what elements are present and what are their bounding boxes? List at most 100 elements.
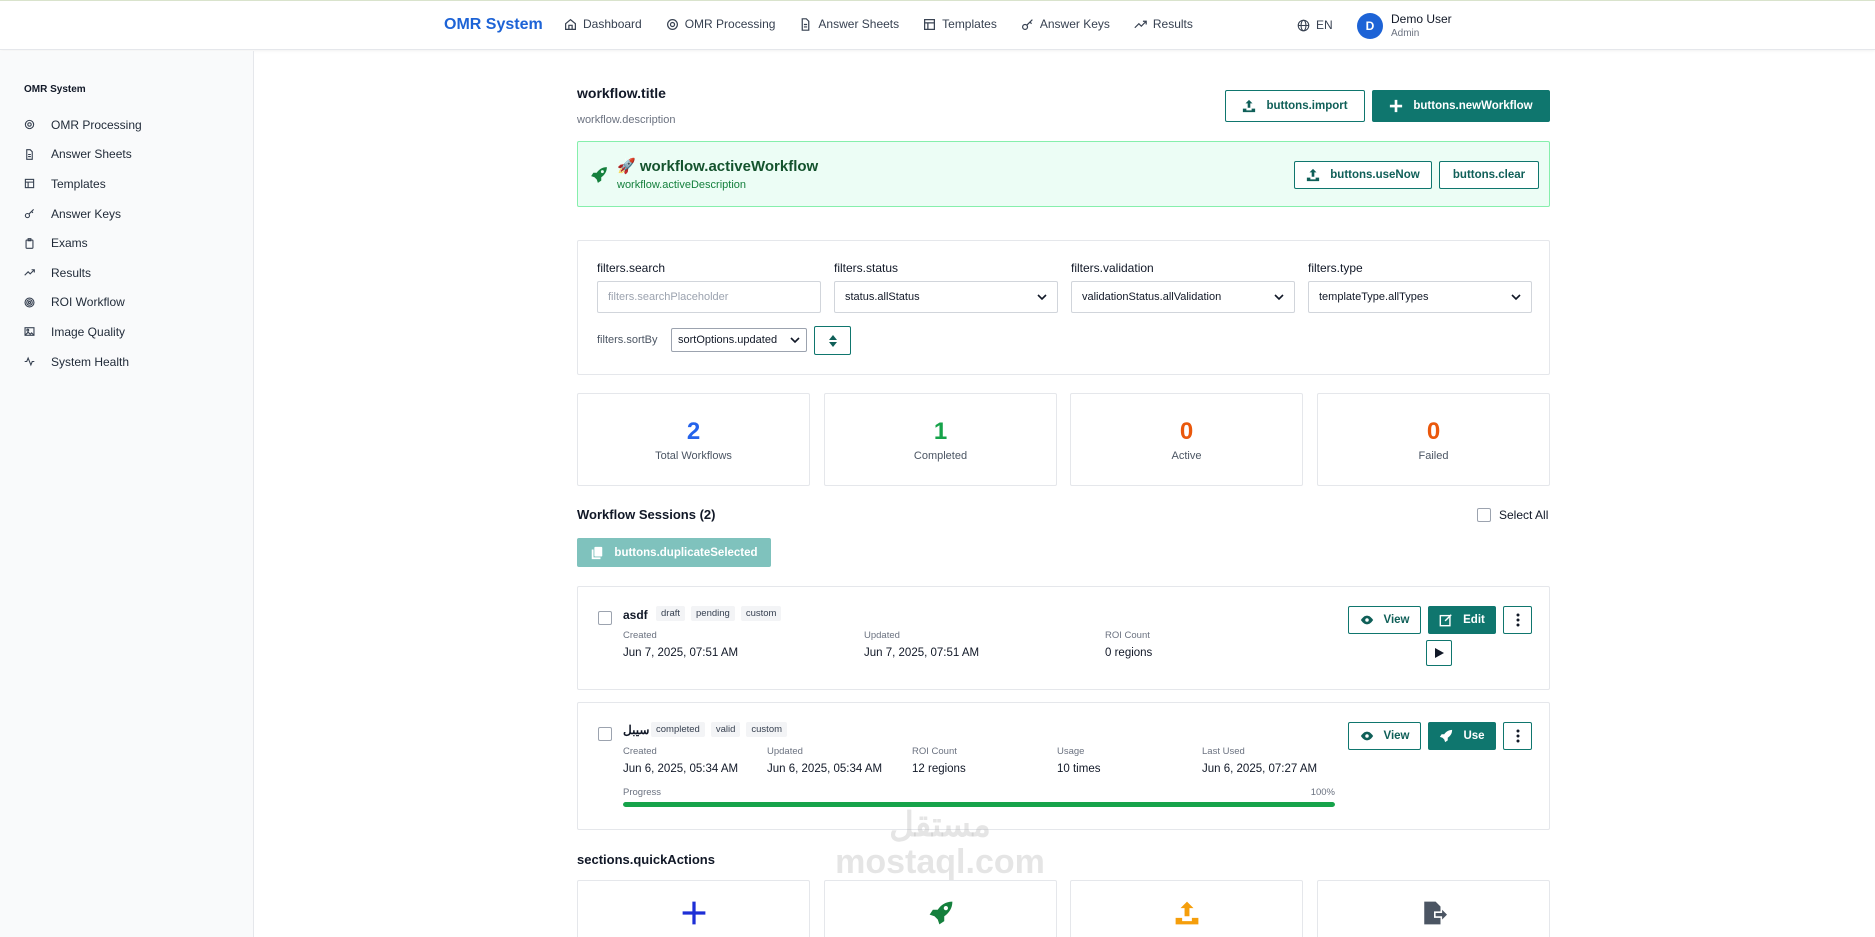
nav-item-templates[interactable]: Templates: [923, 17, 997, 31]
meta-value: Jun 6, 2025, 07:27 AM: [1202, 763, 1318, 775]
meta-updated: Updated Jun 6, 2025, 05:34 AM: [767, 746, 882, 775]
active-workflow-description: workflow.activeDescription: [617, 179, 746, 191]
quick-actions-title: sections.quickActions: [577, 852, 715, 867]
sidebar-item-answer-keys[interactable]: Answer Keys: [24, 199, 142, 229]
key-icon: [24, 209, 35, 219]
user-menu[interactable]: D Demo User Admin: [1357, 12, 1452, 39]
type-select-value: templateType.allTypes: [1319, 291, 1429, 303]
sessions-title: Workflow Sessions (2): [577, 507, 716, 522]
use-button[interactable]: Use: [1428, 722, 1496, 750]
nav-item-results[interactable]: Results: [1134, 17, 1193, 31]
nav-item-dashboard[interactable]: Dashboard: [564, 17, 642, 31]
stat-value: 0: [1179, 418, 1194, 445]
view-button[interactable]: View: [1348, 606, 1421, 634]
trend-icon: [1134, 20, 1147, 28]
main-nav: Dashboard OMR Processing Answer Sheets T…: [564, 17, 1193, 31]
sort-select[interactable]: sortOptions.updated: [671, 328, 807, 352]
validation-select[interactable]: validationStatus.allValidation: [1071, 281, 1295, 313]
status-select[interactable]: status.allStatus: [834, 281, 1058, 313]
sidebar-item-results[interactable]: Results: [24, 258, 142, 288]
session-checkbox[interactable]: [598, 611, 612, 625]
validation-badge: pending: [691, 606, 735, 621]
type-select[interactable]: templateType.allTypes: [1308, 281, 1532, 313]
more-vertical-icon: [1516, 729, 1519, 743]
session-name: asdf: [623, 608, 648, 622]
view-button-label: View: [1383, 730, 1410, 742]
sort-icon: [828, 334, 837, 347]
sidebar-item-label: OMR Processing: [51, 117, 142, 132]
stat-label: Completed: [913, 450, 968, 462]
duplicate-selected-button[interactable]: buttons.duplicateSelected: [577, 538, 771, 567]
sidebar-item-image-quality[interactable]: Image Quality: [24, 317, 142, 347]
upload-icon: [1307, 168, 1320, 182]
select-all[interactable]: Select All: [1477, 508, 1548, 522]
active-workflow-title: 🚀 workflow.activeWorkflow: [617, 158, 819, 175]
sidebar-item-answer-sheets[interactable]: Answer Sheets: [24, 140, 142, 170]
filters-panel: filters.search filters.searchPlaceholder…: [577, 240, 1550, 375]
session-card: asdf draft pending custom Created Jun 7,…: [577, 586, 1550, 690]
nav-item-omr-processing[interactable]: OMR Processing: [666, 17, 776, 31]
quick-action-new[interactable]: [577, 880, 810, 937]
session-tags: draft pending custom: [656, 606, 782, 621]
more-options-button[interactable]: [1503, 606, 1532, 634]
more-vertical-icon: [1516, 613, 1519, 627]
stat-label: Failed: [1418, 450, 1449, 462]
status-badge: draft: [656, 606, 686, 621]
plus-icon: [1390, 99, 1403, 113]
stat-value: 0: [1426, 418, 1441, 445]
sidebar-item-templates[interactable]: Templates: [24, 169, 142, 199]
rocket-icon: [929, 901, 952, 925]
select-all-checkbox[interactable]: [1477, 508, 1491, 522]
nav-item-label: Dashboard: [583, 17, 642, 31]
use-now-button-label: buttons.useNow: [1330, 169, 1420, 181]
session-card: سيبل completed valid custom Created Jun …: [577, 702, 1550, 830]
nav-item-answer-keys[interactable]: Answer Keys: [1021, 17, 1110, 31]
nav-item-label: OMR Processing: [684, 17, 776, 31]
view-button-label: View: [1383, 614, 1410, 626]
validation-select-value: validationStatus.allValidation: [1082, 291, 1222, 303]
import-button[interactable]: buttons.import: [1225, 90, 1365, 122]
quick-action-export[interactable]: [1317, 880, 1550, 937]
brand-logo[interactable]: OMR System: [444, 16, 543, 34]
edit-button[interactable]: Edit: [1428, 606, 1496, 634]
template-icon: [924, 18, 936, 30]
meta-last-used: Last Used Jun 6, 2025, 07:27 AM: [1202, 746, 1317, 775]
stat-failed: 0 Failed: [1317, 393, 1550, 486]
sort-direction-button[interactable]: [814, 326, 851, 355]
clear-button[interactable]: buttons.clear: [1439, 161, 1539, 189]
language-switcher[interactable]: EN: [1297, 18, 1333, 32]
search-filter-label: filters.search: [597, 261, 666, 275]
sidebar-item-roi-workflow[interactable]: ROI Workflow: [24, 288, 142, 318]
run-button[interactable]: [1426, 640, 1452, 666]
upload-icon: [1175, 901, 1198, 925]
stat-label: Total Workflows: [655, 450, 732, 462]
stat-completed: 1 Completed: [824, 393, 1057, 486]
use-now-button[interactable]: buttons.useNow: [1294, 161, 1432, 189]
session-tags: completed valid custom: [651, 722, 788, 737]
new-workflow-button[interactable]: buttons.newWorkflow: [1372, 90, 1550, 122]
meta-value: 10 times: [1057, 763, 1101, 775]
meta-value: Jun 6, 2025, 05:34 AM: [767, 763, 883, 775]
sidebar-item-exams[interactable]: Exams: [24, 228, 142, 258]
quick-action-launch[interactable]: [824, 880, 1057, 937]
sidebar-item-label: Answer Keys: [51, 206, 122, 221]
sidebar-item-omr-processing[interactable]: OMR Processing: [24, 110, 142, 140]
search-input[interactable]: filters.searchPlaceholder: [597, 281, 821, 313]
language-label: EN: [1316, 18, 1333, 32]
rocket-icon: [591, 167, 607, 183]
nav-item-answer-sheets[interactable]: Answer Sheets: [799, 17, 899, 31]
export-icon: [1423, 901, 1447, 925]
session-checkbox[interactable]: [598, 727, 612, 741]
meta-roi-count: ROI Count 12 regions: [912, 746, 966, 775]
nav-item-label: Templates: [942, 17, 997, 31]
more-options-button[interactable]: [1503, 722, 1532, 750]
validation-filter-label: filters.validation: [1071, 261, 1154, 275]
quick-action-upload[interactable]: [1070, 880, 1303, 937]
nav-item-label: Results: [1152, 17, 1193, 31]
template-icon: [24, 179, 35, 189]
active-workflow-banner: 🚀 workflow.activeWorkflow workflow.activ…: [577, 141, 1550, 207]
sidebar-item-system-health[interactable]: System Health: [24, 347, 142, 377]
search-placeholder: filters.searchPlaceholder: [608, 291, 729, 303]
sidebar-title: OMR System: [24, 84, 86, 95]
view-button[interactable]: View: [1348, 722, 1421, 750]
